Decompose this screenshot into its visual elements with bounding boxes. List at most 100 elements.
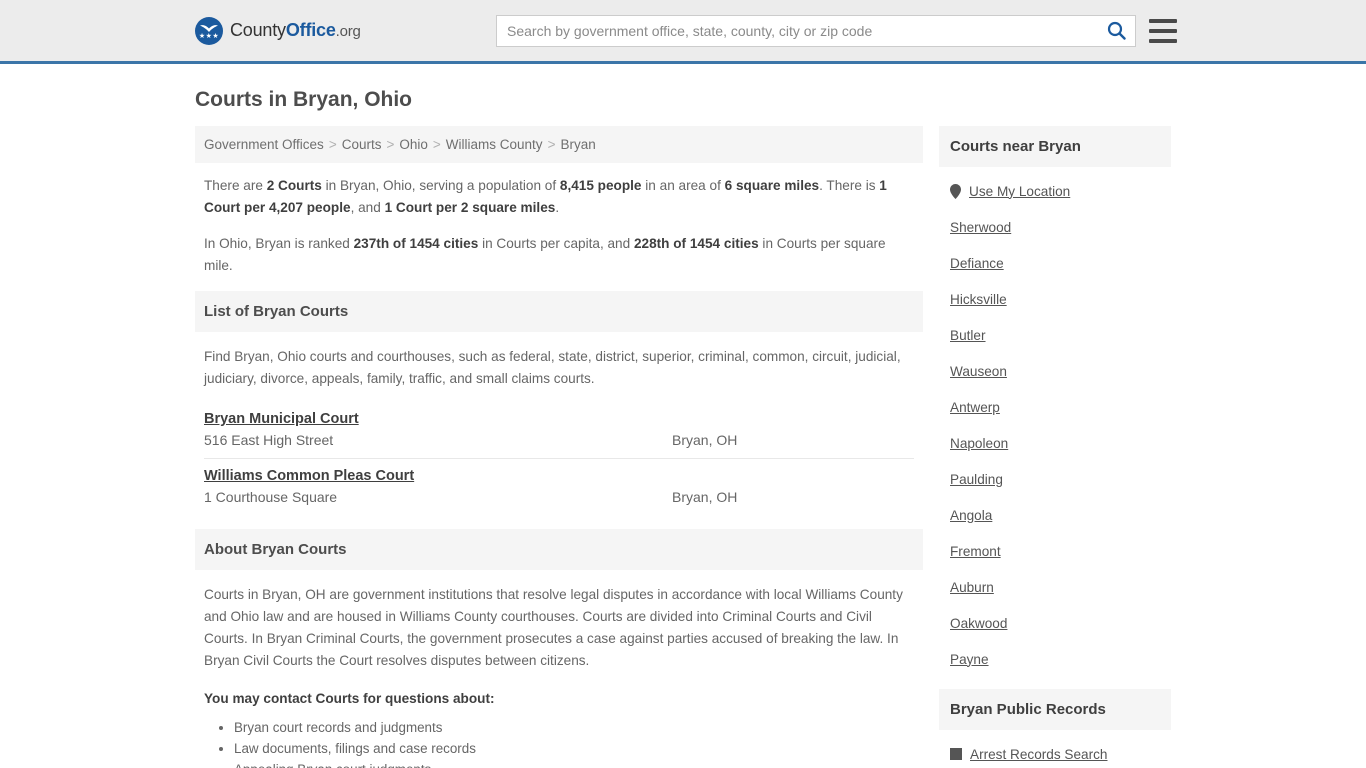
sidebar-link-label[interactable]: Paulding	[950, 472, 1003, 487]
sidebar-link-label[interactable]: Antwerp	[950, 400, 1000, 415]
eagle-icon	[200, 24, 218, 32]
list-item: Appealing Bryan court judgments	[234, 760, 914, 768]
sidebar-item-sherwood[interactable]: Sherwood	[950, 209, 1160, 245]
court-link-williams-common-pleas-court[interactable]: Williams Common Pleas Court	[204, 468, 414, 484]
breadcrumb-separator-3: >	[432, 137, 441, 152]
court-city-state: Bryan, OH	[672, 432, 738, 448]
about-body-text: Courts in Bryan, OH are government insti…	[204, 587, 903, 668]
stat-area: 6 square miles	[724, 178, 820, 193]
list-item: Law documents, filings and case records	[234, 739, 914, 759]
sidebar-card-public-records: Bryan Public Records Arrest Records Sear…	[939, 689, 1171, 768]
county-office-logo-icon: ★★★	[195, 16, 223, 45]
hamburger-bar-1	[1149, 18, 1177, 23]
sidebar-item-wauseon[interactable]: Wauseon	[950, 353, 1160, 389]
sidebar-link-label[interactable]: Angola	[950, 508, 992, 523]
sidebar-item-auburn[interactable]: Auburn	[950, 569, 1160, 605]
list-item: Bryan court records and judgments	[234, 718, 914, 738]
stat-text-3: in an area of	[641, 178, 725, 193]
statistics-paragraph-1: There are 2 Courts in Bryan, Ohio, servi…	[204, 175, 914, 219]
search-input[interactable]	[497, 15, 1097, 46]
sidebar: Courts near Bryan Use My Location Sherwo…	[939, 126, 1171, 768]
court-detail-row: 1 Courthouse Square Bryan, OH	[204, 489, 914, 505]
sidebar-link-label[interactable]: Oakwood	[950, 616, 1007, 631]
sidebar-link-label[interactable]: Auburn	[950, 580, 994, 595]
court-detail-row: 516 East High Street Bryan, OH	[204, 432, 914, 448]
hamburger-bar-3	[1149, 38, 1177, 43]
sidebar-heading-bryan-public-records: Bryan Public Records	[939, 689, 1171, 730]
about-section-body: Courts in Bryan, OH are government insti…	[195, 570, 923, 768]
sidebar-item-butler[interactable]: Butler	[950, 317, 1160, 353]
stat-text-6: .	[555, 200, 560, 215]
search-bar[interactable]	[496, 14, 1136, 47]
sidebar-heading-courts-near-bryan: Courts near Bryan	[939, 126, 1171, 167]
breadcrumb-separator-1: >	[328, 137, 337, 152]
stat-text-5: , and	[350, 200, 385, 215]
sidebar-link-label[interactable]: Sherwood	[950, 220, 1011, 235]
site-header: ★★★ CountyOffice.org	[0, 0, 1366, 64]
contact-lead-text: You may contact Courts for questions abo…	[204, 691, 495, 706]
sidebar-link-label[interactable]: Wauseon	[950, 364, 1007, 379]
rank-text-1: In Ohio, Bryan is ranked	[204, 236, 354, 251]
stat-text-1: There are	[204, 178, 267, 193]
stat-population: 8,415 people	[559, 178, 642, 193]
breadcrumb-separator-2: >	[386, 137, 395, 152]
breadcrumb-separator-4: >	[547, 137, 556, 152]
sidebar-link-label[interactable]: Payne	[950, 652, 989, 667]
contact-topics-list: Bryan court records and judgments Law do…	[204, 718, 914, 768]
table-row: Williams Common Pleas Court 1 Courthouse…	[204, 459, 914, 515]
sidebar-link-label[interactable]: Napoleon	[950, 436, 1008, 451]
stat-text-2: in Bryan, Ohio, serving a population of	[321, 178, 560, 193]
list-section-body: Find Bryan, Ohio courts and courthouses,…	[195, 332, 923, 390]
court-address: 1 Courthouse Square	[204, 489, 338, 505]
sidebar-item-oakwood[interactable]: Oakwood	[950, 605, 1160, 641]
logo-text-org: .org	[335, 23, 361, 40]
sidebar-item-use-my-location[interactable]: Use My Location	[950, 173, 1160, 209]
rank-per-square-mile: 228th of 1454 cities	[633, 236, 759, 251]
hamburger-bar-2	[1149, 28, 1177, 33]
stat-courts-count: 2 Courts	[266, 178, 322, 193]
sidebar-item-angola[interactable]: Angola	[950, 497, 1160, 533]
sidebar-link-label[interactable]: Use My Location	[969, 184, 1070, 199]
sidebar-link-label[interactable]: Hicksville	[950, 292, 1007, 307]
content-columns: Government Offices > Courts > Ohio > Williams …	[195, 126, 1171, 768]
rank-text-2: in Courts per capita, and	[478, 236, 634, 251]
map-pin-icon	[950, 183, 961, 199]
square-bullet-icon	[950, 748, 962, 760]
court-address: 516 East High Street	[204, 432, 334, 448]
sidebar-item-fremont[interactable]: Fremont	[950, 533, 1160, 569]
sidebar-item-napoleon[interactable]: Napoleon	[950, 425, 1160, 461]
statistics-paragraph-2: In Ohio, Bryan is ranked 237th of 1454 c…	[204, 233, 914, 277]
page-container: Courts in Bryan, Ohio Government Offices…	[0, 88, 1366, 768]
logo-text-county: County	[230, 20, 286, 40]
sidebar-item-payne[interactable]: Payne	[950, 641, 1160, 677]
logo-wordmark: CountyOffice.org	[230, 20, 361, 41]
section-header-list-of-courts: List of Bryan Courts	[195, 291, 923, 332]
sidebar-item-paulding[interactable]: Paulding	[950, 461, 1160, 497]
table-row: Bryan Municipal Court 516 East High Stre…	[204, 402, 914, 459]
sidebar-link-label[interactable]: Arrest Records Search	[970, 747, 1108, 762]
rank-per-capita: 237th of 1454 cities	[353, 236, 479, 251]
breadcrumb-item-government-offices[interactable]: Government Offices	[204, 137, 324, 152]
logo-stars: ★★★	[198, 32, 220, 40]
page-title: Courts in Bryan, Ohio	[195, 88, 413, 111]
sidebar-link-label[interactable]: Defiance	[950, 256, 1004, 271]
sidebar-link-label[interactable]: Butler	[950, 328, 986, 343]
search-icon	[1107, 21, 1126, 40]
sidebar-item-antwerp[interactable]: Antwerp	[950, 389, 1160, 425]
court-list: Bryan Municipal Court 516 East High Stre…	[195, 402, 923, 515]
site-logo[interactable]: ★★★ CountyOffice.org	[195, 16, 361, 45]
sidebar-item-hicksville[interactable]: Hicksville	[950, 281, 1160, 317]
hamburger-menu-icon[interactable]	[1149, 18, 1177, 43]
main-column: Government Offices > Courts > Ohio > Williams …	[195, 126, 923, 768]
sidebar-item-arrest-records-search[interactable]: Arrest Records Search	[950, 736, 1160, 768]
breadcrumb-item-williams-county[interactable]: Williams County	[446, 137, 543, 152]
statistics-block: There are 2 Courts in Bryan, Ohio, servi…	[195, 163, 923, 277]
court-link-bryan-municipal-court[interactable]: Bryan Municipal Court	[204, 411, 359, 427]
breadcrumb-item-bryan: Bryan	[560, 137, 596, 152]
court-city-state: Bryan, OH	[672, 489, 738, 505]
search-button[interactable]	[1097, 16, 1135, 46]
breadcrumb-item-ohio[interactable]: Ohio	[399, 137, 428, 152]
sidebar-link-label[interactable]: Fremont	[950, 544, 1001, 559]
sidebar-item-defiance[interactable]: Defiance	[950, 245, 1160, 281]
breadcrumb-item-courts[interactable]: Courts	[342, 137, 382, 152]
